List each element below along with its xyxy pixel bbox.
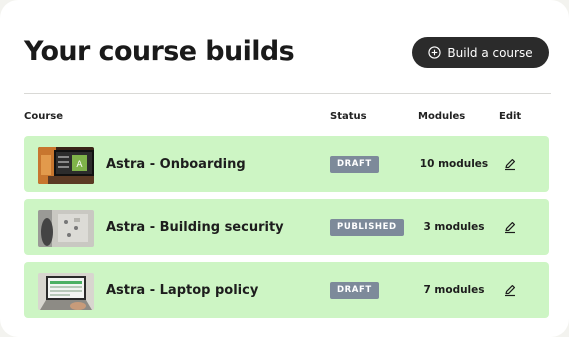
status-badge: PUBLISHED bbox=[330, 219, 404, 236]
column-header-modules: Modules bbox=[418, 111, 466, 122]
status-badge: DRAFT bbox=[330, 156, 379, 173]
build-course-label: Build a course bbox=[447, 45, 533, 60]
course-name: Astra - Building security bbox=[106, 219, 284, 235]
course-name: Astra - Onboarding bbox=[106, 156, 246, 172]
column-header-edit: Edit bbox=[499, 111, 522, 122]
course-row-onboarding[interactable]: A Astra - Onboarding DRAFT 10 modules bbox=[24, 136, 549, 192]
build-course-button[interactable]: Build a course bbox=[412, 37, 549, 68]
status-badge: DRAFT bbox=[330, 282, 379, 299]
pencil-icon[interactable] bbox=[502, 282, 518, 298]
course-builds-card: Your course builds Build a course Course… bbox=[0, 0, 569, 337]
pencil-icon[interactable] bbox=[502, 156, 518, 172]
page-title: Your course builds bbox=[24, 36, 295, 67]
course-thumbnail-building-security bbox=[38, 210, 94, 247]
module-count: 7 modules bbox=[423, 284, 485, 296]
svg-text:A: A bbox=[76, 160, 83, 170]
module-count: 3 modules bbox=[423, 221, 485, 233]
column-header-status: Status bbox=[330, 111, 367, 122]
course-thumbnail-laptop-policy bbox=[38, 273, 94, 310]
module-count: 10 modules bbox=[419, 158, 489, 170]
header-divider bbox=[24, 93, 551, 94]
course-thumbnail-onboarding: A bbox=[38, 147, 94, 184]
column-header-course: Course bbox=[24, 111, 63, 122]
course-row-laptop-policy[interactable]: Astra - Laptop policy DRAFT 7 modules bbox=[24, 262, 549, 318]
pencil-icon[interactable] bbox=[502, 219, 518, 235]
course-row-building-security[interactable]: Astra - Building security PUBLISHED 3 mo… bbox=[24, 199, 549, 255]
plus-circle-icon bbox=[428, 46, 442, 59]
course-name: Astra - Laptop policy bbox=[106, 282, 259, 298]
